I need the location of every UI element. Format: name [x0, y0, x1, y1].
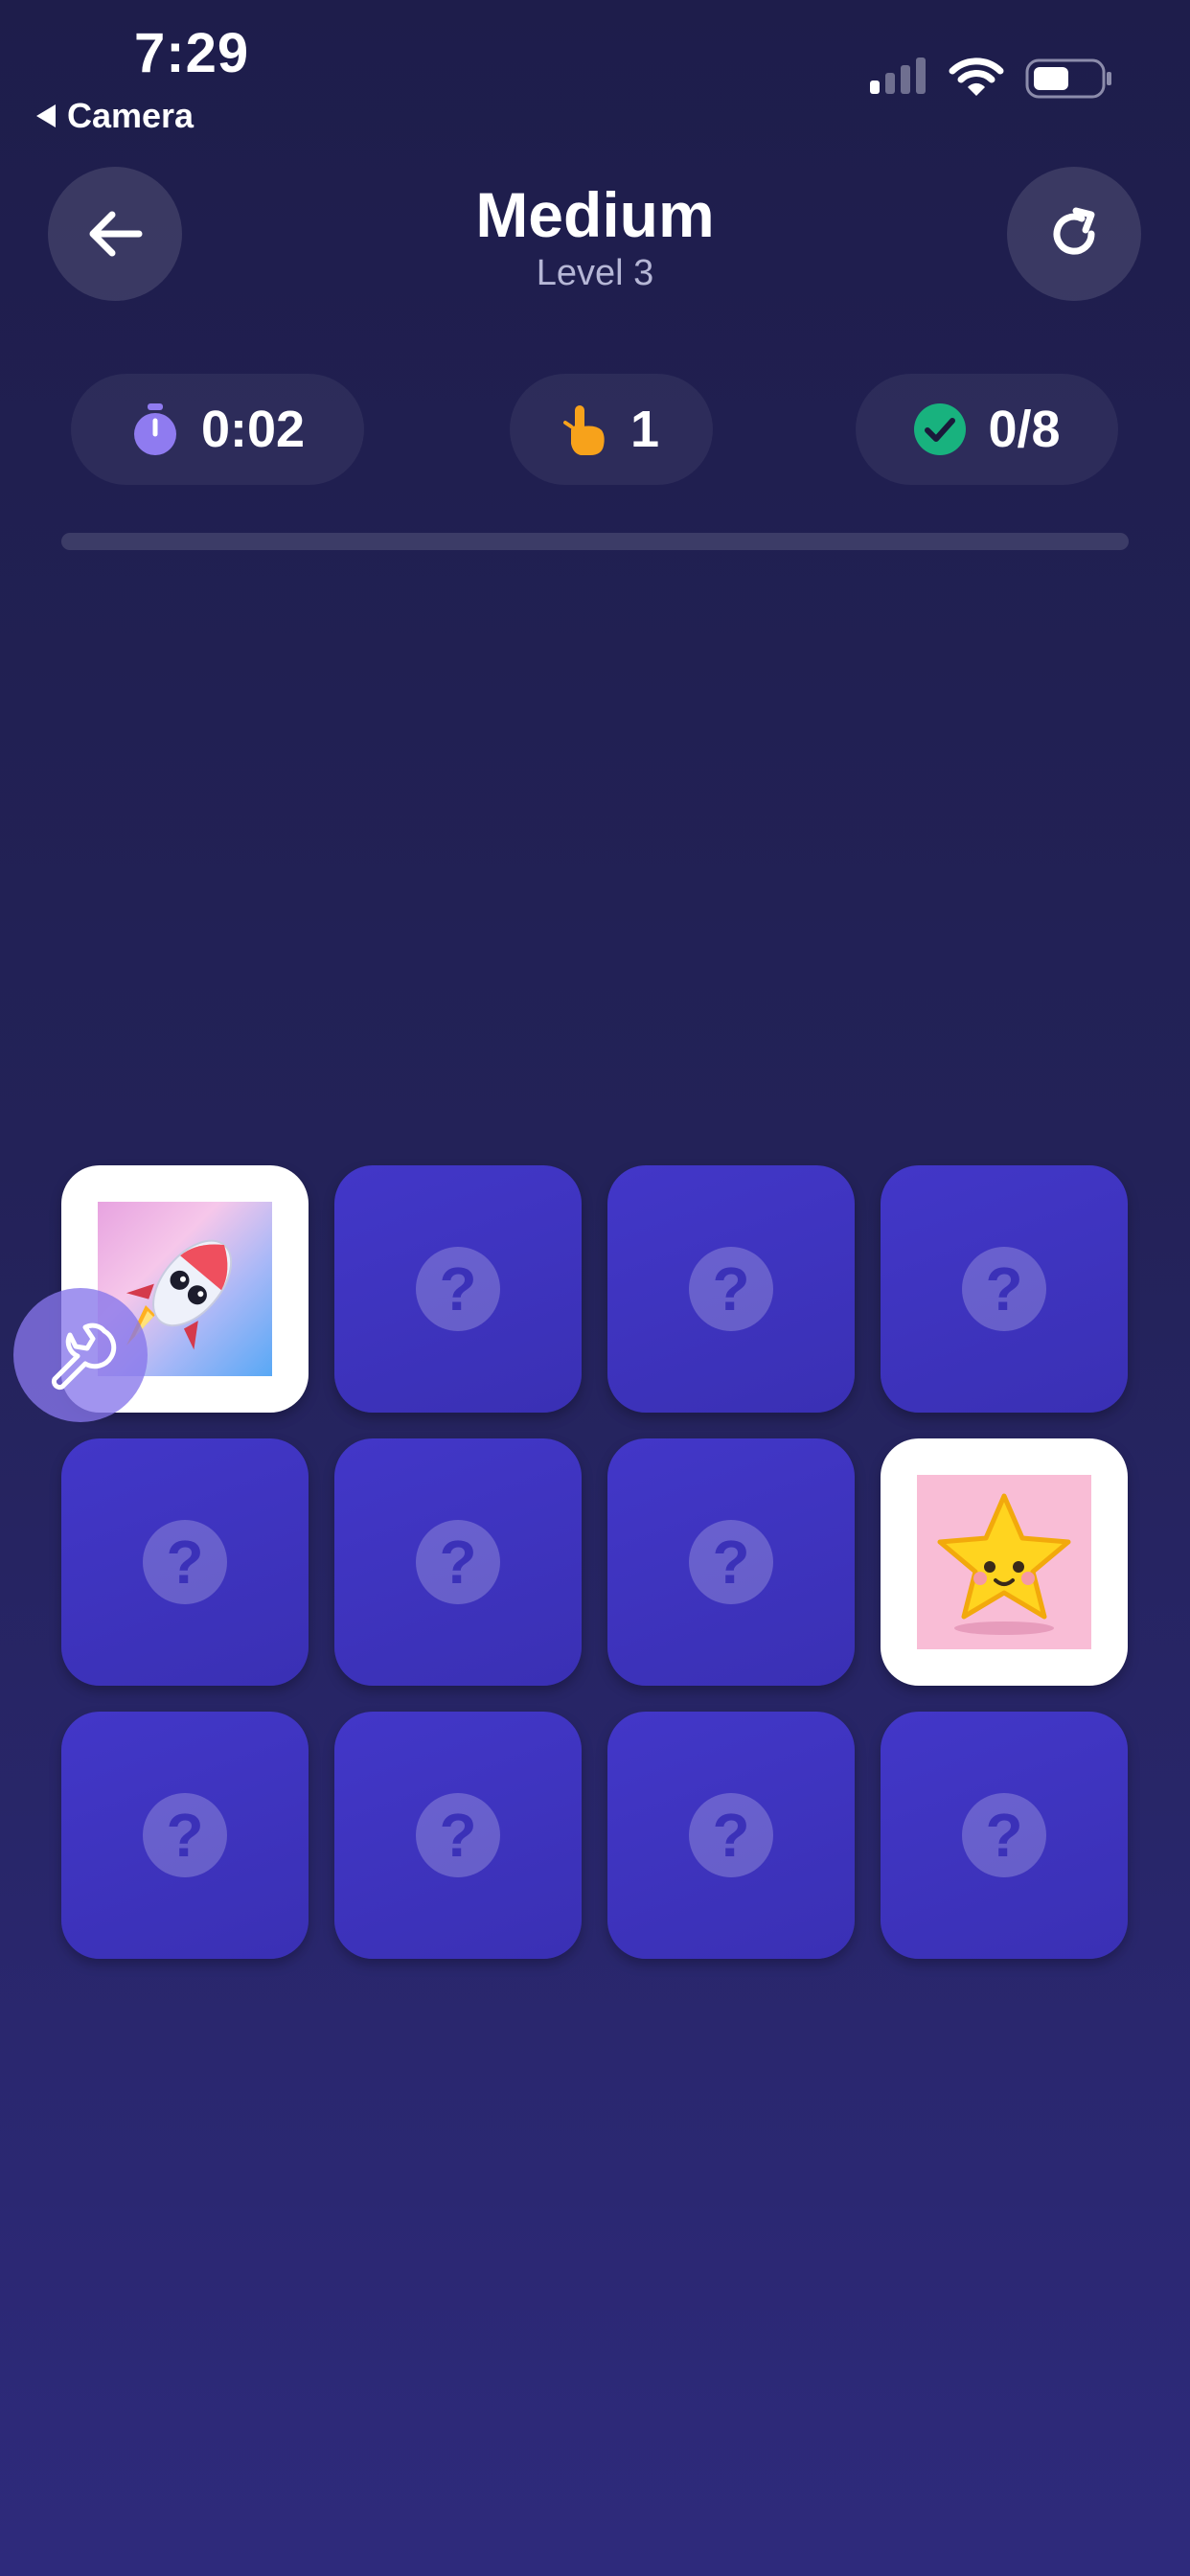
question-mark-icon: ?: [416, 1247, 500, 1331]
restart-button[interactable]: [1007, 167, 1141, 301]
question-mark-icon: ?: [689, 1793, 773, 1877]
moves-pill: 1: [510, 374, 713, 485]
question-mark-icon: ?: [416, 1520, 500, 1604]
card-hidden[interactable]: ?: [607, 1165, 855, 1413]
refresh-icon: [1053, 207, 1095, 255]
cellular-signal-icon: [870, 58, 926, 94]
matches-pill: 0/8: [856, 374, 1118, 485]
wrench-icon: [51, 1322, 117, 1391]
card-hidden[interactable]: ?: [607, 1712, 855, 1959]
moves-value: 1: [629, 401, 660, 458]
back-app-label: Camera: [67, 96, 195, 135]
tap-finger-icon: [562, 405, 605, 455]
matches-value: 0/8: [988, 401, 1061, 458]
card-hidden[interactable]: ?: [881, 1712, 1128, 1959]
question-mark-icon: ?: [962, 1247, 1046, 1331]
wifi-icon: [949, 58, 1004, 96]
card-hidden[interactable]: ?: [334, 1165, 582, 1413]
question-mark-icon: ?: [962, 1793, 1046, 1877]
question-mark-icon: ?: [689, 1247, 773, 1331]
question-mark-icon: ?: [416, 1793, 500, 1877]
question-mark-icon: ?: [689, 1520, 773, 1604]
battery-icon: [1025, 58, 1111, 99]
status-time: 7:29: [134, 22, 250, 84]
timer-pill: 0:02: [71, 374, 364, 485]
timer-value: 0:02: [200, 401, 306, 458]
question-mark-icon: ?: [143, 1520, 227, 1604]
back-to-app-link[interactable]: Camera: [36, 96, 194, 136]
debug-tool-button[interactable]: [13, 1288, 148, 1422]
card-hidden[interactable]: ?: [61, 1438, 309, 1686]
check-circle-icon: [914, 403, 967, 455]
card-revealed-star[interactable]: [881, 1438, 1128, 1686]
back-triangle-icon: [36, 104, 56, 127]
card-hidden[interactable]: ?: [61, 1712, 309, 1959]
card-hidden[interactable]: ?: [334, 1438, 582, 1686]
card-hidden[interactable]: ?: [607, 1438, 855, 1686]
stopwatch-icon: [133, 403, 176, 455]
card-hidden[interactable]: ?: [881, 1165, 1128, 1413]
card-hidden[interactable]: ?: [334, 1712, 582, 1959]
question-mark-icon: ?: [143, 1793, 227, 1877]
star-card-image: [917, 1475, 1091, 1649]
match-progress-bar: [61, 533, 1129, 550]
